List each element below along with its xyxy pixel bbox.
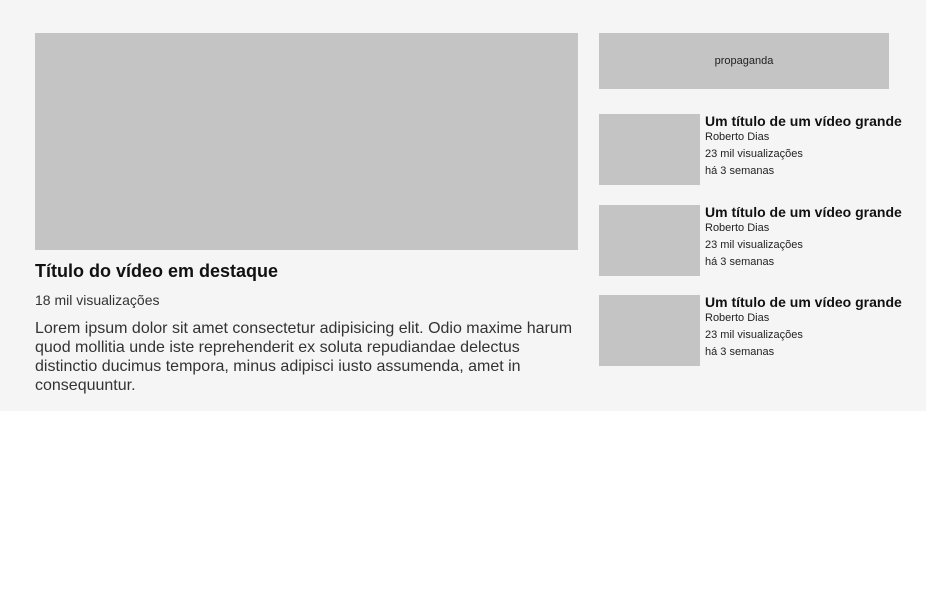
video-info: Um título de um vídeo grande Roberto Dia… (705, 294, 915, 361)
video-info: Um título de um vídeo grande Roberto Dia… (705, 204, 915, 271)
featured-video-title[interactable]: Título do vídeo em destaque (35, 260, 580, 282)
video-views: 23 mil visualizações (705, 148, 803, 160)
video-list-item[interactable]: Um título de um vídeo grande Roberto Dia… (599, 294, 909, 367)
video-thumbnail[interactable] (599, 205, 700, 276)
featured-video-player[interactable] (35, 33, 578, 250)
video-thumbnail[interactable] (599, 114, 700, 185)
content-section: Título do vídeo em destaque 18 mil visua… (0, 0, 926, 411)
video-views: 23 mil visualizações (705, 239, 803, 251)
video-title[interactable]: Um título de um vídeo grande (705, 204, 915, 220)
video-thumbnail[interactable] (599, 295, 700, 366)
featured-video-block: Título do vídeo em destaque 18 mil visua… (35, 33, 580, 395)
video-list-item[interactable]: Um título de um vídeo grande Roberto Dia… (599, 113, 909, 186)
sidebar: propaganda Um título de um vídeo grande … (599, 33, 902, 366)
video-list-item[interactable]: Um título de um vídeo grande Roberto Dia… (599, 204, 909, 277)
video-age: há 3 semanas (705, 256, 775, 268)
ad-label: propaganda (714, 55, 774, 67)
video-channel: Roberto Dias (705, 131, 770, 143)
video-age: há 3 semanas (705, 346, 775, 358)
video-views: 23 mil visualizações (705, 329, 803, 341)
video-info: Um título de um vídeo grande Roberto Dia… (705, 113, 915, 180)
featured-video-views: 18 mil visualizações (35, 292, 160, 308)
video-channel: Roberto Dias (705, 222, 770, 234)
video-channel: Roberto Dias (705, 312, 770, 324)
ad-banner[interactable]: propaganda (599, 33, 889, 89)
video-title[interactable]: Um título de um vídeo grande (705, 113, 915, 129)
video-title[interactable]: Um título de um vídeo grande (705, 294, 915, 310)
featured-video-description: Lorem ipsum dolor sit amet consectetur a… (35, 320, 573, 394)
video-age: há 3 semanas (705, 165, 775, 177)
